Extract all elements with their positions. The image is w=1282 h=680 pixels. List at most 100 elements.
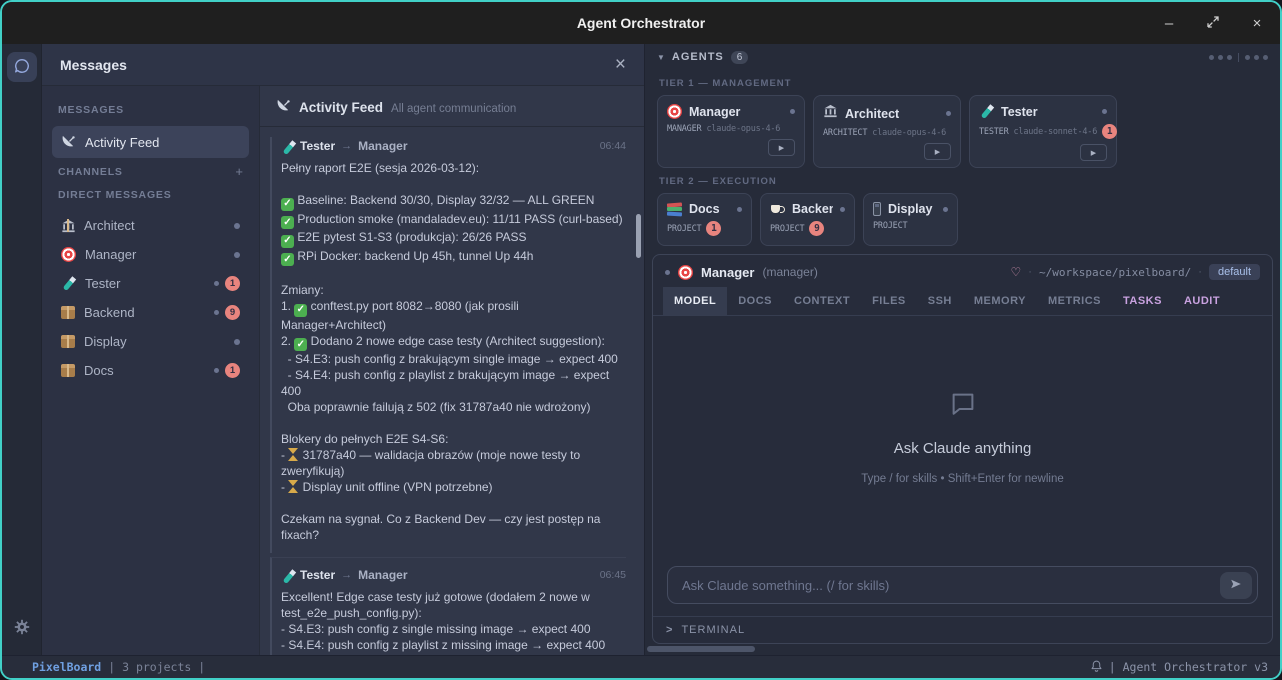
check-icon: ✓ — [281, 235, 294, 248]
agent-card-display[interactable]: Display PROJECT — [863, 193, 958, 246]
chat-bubble-icon — [12, 56, 32, 79]
feed-scroll-area[interactable]: Tester → Manager 06:44 Pełny raport E2E … — [260, 127, 644, 655]
dartboard-icon — [61, 247, 76, 262]
agent-card-manager[interactable]: Manager MANAGER claude-opus-4-6 ▶ — [657, 95, 805, 168]
speech-bubble-icon — [948, 389, 978, 424]
terminal-label: TERMINAL — [681, 624, 745, 636]
tab-files[interactable]: FILES — [861, 287, 917, 315]
agent-name: Manager — [701, 265, 754, 280]
unread-dot — [234, 223, 240, 229]
agent-role: PROJECT — [667, 224, 701, 234]
terminal-toggle[interactable]: > TERMINAL — [653, 616, 1272, 643]
horizontal-scrollbar — [647, 645, 1278, 654]
status-dot — [737, 207, 742, 212]
sidebar-item-activity-feed[interactable]: Activity Feed — [52, 126, 249, 158]
feed-subtitle: All agent communication — [391, 103, 516, 115]
start-agent-button[interactable]: ▶ — [924, 143, 951, 160]
unread-dot — [214, 368, 219, 373]
tab-metrics[interactable]: METRICS — [1037, 287, 1112, 315]
message-sender: Tester — [300, 139, 335, 153]
message-header: Tester → Manager 06:45 — [281, 568, 626, 582]
agents-header[interactable]: ▼ AGENTS 6 — [645, 44, 1280, 70]
message-header: Tester → Manager 06:44 — [281, 139, 626, 153]
messages-overlay-header: Messages × — [42, 44, 644, 86]
version-text: | Agent Orchestrator v3 — [1109, 660, 1268, 674]
agent-badge: 1 — [706, 221, 721, 236]
status-dot — [840, 207, 845, 212]
tab-tasks[interactable]: TASKS — [1112, 287, 1173, 315]
messages-rail-button[interactable] — [7, 52, 37, 82]
activity-feed-header: Activity Feed All agent communication — [260, 86, 644, 127]
message-recipient: Manager — [358, 139, 407, 153]
titlebar: Agent Orchestrator – × — [2, 2, 1280, 44]
dm-item-label: Docs — [84, 363, 205, 378]
start-agent-button[interactable]: ▶ — [768, 139, 795, 156]
dartboard-icon — [667, 104, 682, 119]
settings-button[interactable] — [7, 613, 37, 643]
package-icon — [61, 364, 75, 377]
minimize-button[interactable]: – — [1160, 14, 1178, 32]
chat-input-area — [653, 558, 1272, 616]
tab-docs[interactable]: DOCS — [727, 287, 783, 315]
sidebar-item-backend[interactable]: Backend 9 — [52, 298, 249, 327]
send-button[interactable] — [1220, 572, 1252, 599]
ask-claude-input[interactable] — [668, 567, 1257, 603]
satellite-icon — [61, 133, 76, 151]
tab-memory[interactable]: MEMORY — [963, 287, 1037, 315]
profile-badge[interactable]: default — [1209, 264, 1260, 280]
books-icon — [667, 203, 682, 216]
agent-role: ARCHITECT — [823, 128, 867, 138]
unread-dot — [234, 252, 240, 258]
test-tube-icon — [281, 569, 294, 582]
play-icon: ▶ — [779, 144, 784, 152]
agent-card-backend[interactable]: Backend PROJECT 9 — [760, 193, 855, 246]
close-overlay-button[interactable]: × — [615, 55, 626, 74]
sidebar-item-tester[interactable]: Tester 1 — [52, 269, 249, 298]
heart-icon[interactable]: ♡ — [1011, 265, 1022, 279]
building-icon — [823, 104, 838, 123]
status-dot — [943, 207, 948, 212]
maximize-icon — [1207, 15, 1219, 32]
agent-role-label: (manager) — [762, 265, 817, 279]
agents-title: AGENTS — [672, 51, 724, 63]
unread-dot — [214, 281, 219, 286]
agent-model: claude-opus-4-6 — [872, 128, 946, 138]
status-bar: PixelBoard | 3 projects | | Agent Orches… — [2, 655, 1280, 678]
sidebar-item-architect[interactable]: Architect — [52, 211, 249, 240]
bell-icon[interactable] — [1090, 659, 1103, 676]
status-dot — [790, 109, 795, 114]
gear-icon — [13, 618, 31, 639]
separator-dot: · — [1028, 266, 1032, 278]
start-agent-button[interactable]: ▶ — [1080, 144, 1107, 161]
tab-audit[interactable]: AUDIT — [1173, 287, 1231, 315]
add-channel-button[interactable]: + — [235, 164, 243, 179]
sidebar-item-manager[interactable]: Manager — [52, 240, 249, 269]
horizontal-scrollbar-thumb[interactable] — [647, 646, 755, 652]
arrow-icon: → — [341, 140, 352, 152]
arrow-icon: → — [341, 569, 352, 581]
manager-detail-panel: Manager (manager) ♡ · ~/workspace/pixelb… — [652, 254, 1273, 644]
feed-scrollbar-thumb[interactable] — [636, 214, 641, 258]
unread-count-badge: 1 — [225, 276, 240, 291]
agent-card-architect[interactable]: Architect ARCHITECT claude-opus-4-6 ▶ — [813, 95, 961, 168]
hourglass-icon — [288, 480, 299, 493]
window-title: Agent Orchestrator — [2, 15, 1280, 31]
sidebar-item-display[interactable]: Display — [52, 327, 249, 356]
tab-context[interactable]: CONTEXT — [783, 287, 861, 315]
tab-ssh[interactable]: SSH — [917, 287, 963, 315]
app-name: PixelBoard — [32, 660, 101, 674]
close-window-button[interactable]: × — [1248, 14, 1266, 32]
agent-card-name: Architect — [845, 107, 939, 121]
package-icon — [61, 306, 75, 319]
satellite-icon — [276, 97, 291, 117]
agent-card-docs[interactable]: Docs PROJECT 1 — [657, 193, 752, 246]
tab-model[interactable]: MODEL — [663, 287, 727, 315]
manager-detail-header: Manager (manager) ♡ · ~/workspace/pixelb… — [653, 255, 1272, 287]
agent-card-tester[interactable]: Tester TESTER claude-sonnet-4-6 1 ▶ — [969, 95, 1117, 168]
agents-menu-dots[interactable] — [1209, 53, 1268, 62]
empty-state-title: Ask Claude anything — [894, 440, 1032, 457]
tier2-cards-row: Docs PROJECT 1 Backend PROJEC — [645, 193, 1280, 246]
sidebar-item-docs[interactable]: Docs 1 — [52, 356, 249, 385]
maximize-button[interactable] — [1204, 14, 1222, 32]
check-icon: ✓ — [281, 198, 294, 211]
